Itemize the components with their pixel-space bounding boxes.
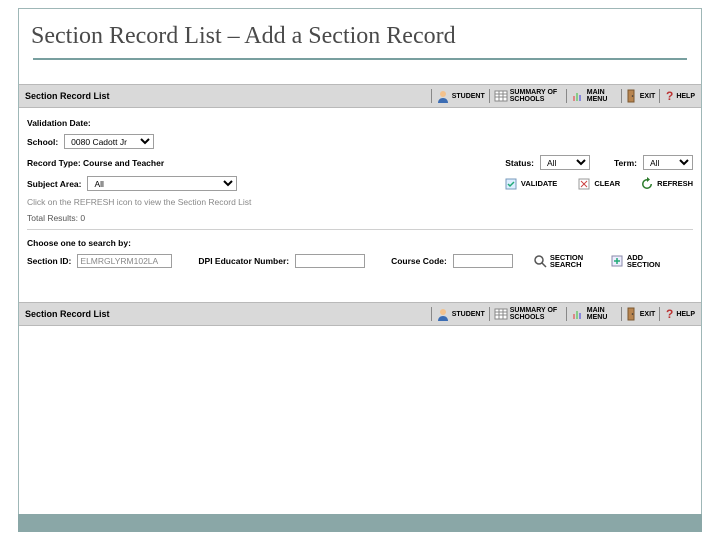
student-label: STUDENT xyxy=(452,311,485,318)
add-section-label: ADD SECTION xyxy=(627,254,665,268)
grid-icon xyxy=(494,89,508,103)
subject-area-select[interactable]: All xyxy=(87,176,237,191)
refresh-icon xyxy=(640,177,654,191)
help-label: HELP xyxy=(676,93,695,100)
search-heading: Choose one to search by: xyxy=(27,238,131,248)
validation-date-label: Validation Date: xyxy=(27,118,91,128)
chart-icon xyxy=(571,89,585,103)
main-menu-label: MAIN MENU xyxy=(587,89,617,103)
search-icon xyxy=(533,254,547,268)
toolbar-sep xyxy=(566,307,567,321)
refresh-hint: Click on the REFRESH icon to view the Se… xyxy=(27,197,251,207)
status-label: Status: xyxy=(505,158,534,168)
school-label: School: xyxy=(27,137,58,147)
toolbar-sep xyxy=(659,89,660,103)
help-label: HELP xyxy=(676,311,695,318)
svg-text:?: ? xyxy=(666,89,673,103)
course-code-label: Course Code: xyxy=(391,256,447,266)
add-section-button[interactable]: ADD SECTION xyxy=(610,254,665,268)
help-icon: ? xyxy=(664,89,674,103)
exit-label: EXIT xyxy=(640,311,656,318)
section-record-header-bottom: Section Record List STUDENT SUMMARY OF S… xyxy=(19,302,701,326)
summary-label: SUMMARY OF SCHOOLS xyxy=(510,307,562,321)
clear-icon xyxy=(577,177,591,191)
exit-button[interactable]: EXIT xyxy=(626,307,656,321)
toolbar-sep xyxy=(489,307,490,321)
main-menu-button[interactable]: MAIN MENU xyxy=(571,89,617,103)
validate-button[interactable]: VALIDATE xyxy=(504,177,557,191)
validate-icon xyxy=(504,177,518,191)
toolbar-sep xyxy=(621,307,622,321)
toolbar-sep xyxy=(431,89,432,103)
section-id-label: Section ID: xyxy=(27,256,71,266)
exit-label: EXIT xyxy=(640,93,656,100)
section-record-header-top: Section Record List STUDENT SUMMARY OF S… xyxy=(19,84,701,108)
term-label: Term: xyxy=(614,158,637,168)
door-icon xyxy=(626,307,638,321)
grid-icon xyxy=(494,307,508,321)
toolbar-sep xyxy=(659,307,660,321)
summary-label: SUMMARY OF SCHOOLS xyxy=(510,89,562,103)
clear-button[interactable]: CLEAR xyxy=(577,177,620,191)
main-menu-button[interactable]: MAIN MENU xyxy=(571,307,617,321)
help-button[interactable]: ? HELP xyxy=(664,89,695,103)
dpi-educator-input[interactable] xyxy=(295,254,365,268)
header-title: Section Record List xyxy=(25,91,110,101)
exit-button[interactable]: EXIT xyxy=(626,89,656,103)
header-toolbar-bottom: STUDENT SUMMARY OF SCHOOLS MAIN MENU EXI… xyxy=(428,307,695,321)
summary-schools-button[interactable]: SUMMARY OF SCHOOLS xyxy=(494,89,562,103)
refresh-button[interactable]: REFRESH xyxy=(640,177,693,191)
toolbar-sep xyxy=(489,89,490,103)
door-icon xyxy=(626,89,638,103)
app-screenshot: Section Record List STUDENT SUMMARY OF S… xyxy=(19,84,701,326)
main-menu-label: MAIN MENU xyxy=(587,307,617,321)
refresh-label: REFRESH xyxy=(657,179,693,188)
toolbar-sep xyxy=(566,89,567,103)
chart-icon xyxy=(571,307,585,321)
student-button[interactable]: STUDENT xyxy=(436,89,485,103)
header-toolbar: STUDENT SUMMARY OF SCHOOLS MAIN MENU EXI… xyxy=(428,89,695,103)
summary-schools-button[interactable]: SUMMARY OF SCHOOLS xyxy=(494,307,562,321)
record-type-label: Record Type: Course and Teacher xyxy=(27,158,164,168)
slide-title: Section Record List – Add a Section Reco… xyxy=(31,23,689,50)
svg-text:?: ? xyxy=(666,307,673,321)
school-select[interactable]: 0080 Cadott Jr xyxy=(64,134,154,149)
section-search-button[interactable]: SECTION SEARCH xyxy=(533,254,590,268)
section-id-input[interactable] xyxy=(77,254,172,268)
dpi-educator-label: DPI Educator Number: xyxy=(198,256,289,266)
status-select[interactable]: All xyxy=(540,155,590,170)
toolbar-sep xyxy=(621,89,622,103)
clear-label: CLEAR xyxy=(594,179,620,188)
help-button[interactable]: ? HELP xyxy=(664,307,695,321)
total-results: Total Results: 0 xyxy=(27,213,85,223)
subject-area-label: Subject Area: xyxy=(27,179,81,189)
student-label: STUDENT xyxy=(452,93,485,100)
divider xyxy=(27,229,693,230)
validate-label: VALIDATE xyxy=(521,179,557,188)
header-title-bottom: Section Record List xyxy=(25,309,110,319)
student-icon xyxy=(436,89,450,103)
filter-panel: Validation Date: School: 0080 Cadott Jr … xyxy=(19,108,701,282)
term-select[interactable]: All xyxy=(643,155,693,170)
add-icon xyxy=(610,254,624,268)
student-icon xyxy=(436,307,450,321)
course-code-input[interactable] xyxy=(453,254,513,268)
student-button[interactable]: STUDENT xyxy=(436,307,485,321)
help-icon: ? xyxy=(664,307,674,321)
slide-bottom-accent xyxy=(18,514,702,532)
section-search-label: SECTION SEARCH xyxy=(550,254,590,268)
toolbar-sep xyxy=(431,307,432,321)
title-rule xyxy=(33,58,687,60)
